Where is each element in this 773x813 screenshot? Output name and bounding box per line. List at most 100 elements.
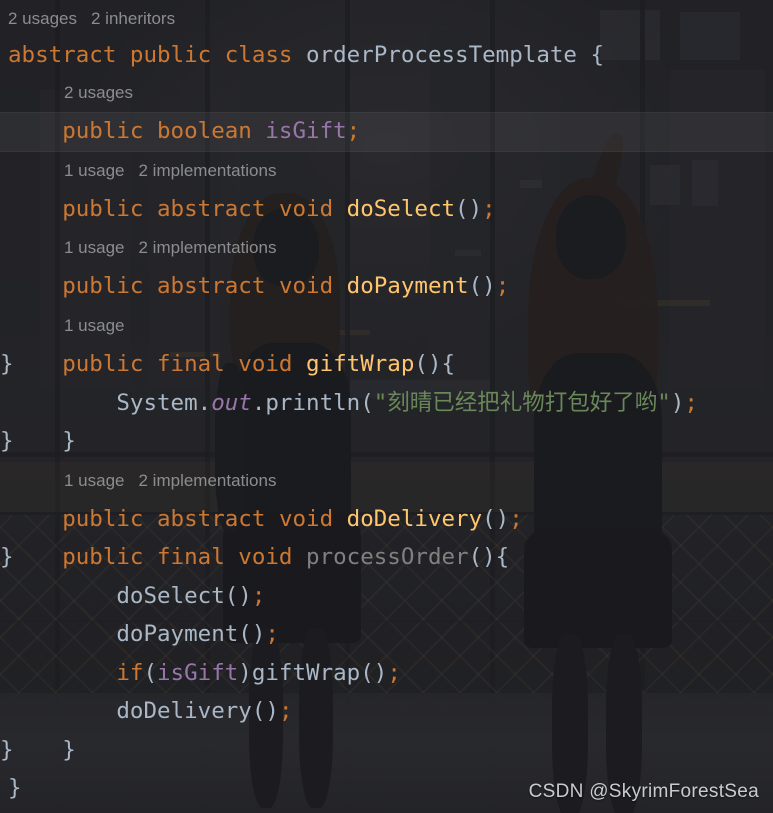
code-token: final [157,544,225,570]
code-line[interactable]: System.out.println("刻晴已经把礼物打包好了哟"); [0,384,773,422]
code-token: } [62,428,76,454]
inlay-hint-row[interactable]: 1 usage 2 implementations [0,462,773,500]
code-token: boolean [157,118,252,144]
code-token: (){ [414,351,456,377]
code-line[interactable]: } [0,422,773,460]
code-token: "刻晴已经把礼物打包好了哟" [373,390,671,416]
inlay-hint-label[interactable]: 1 usage [64,161,125,180]
code-token: isGift [157,660,239,686]
code-token: () [224,583,252,609]
inlay-hint-label[interactable]: 1 usage [64,316,125,335]
code-token: { [590,42,605,68]
code-line[interactable]: if(isGift)giftWrap(); [0,654,773,692]
inlay-hint-label[interactable]: 2 implementations [139,238,277,257]
code-token: () [455,196,483,222]
code-line[interactable]: abstract public class orderProcessTempla… [0,36,773,74]
code-token: void [278,196,334,222]
code-line[interactable]: doDelivery(); [0,692,773,730]
code-token: (){ [468,544,510,570]
code-token: ; [346,118,361,144]
code-line[interactable]: public boolean isGift; [0,112,773,150]
code-token: ; [495,273,510,299]
fold-brace-artifact: } [0,737,14,763]
code-token: . [251,390,266,416]
code-token: ( [360,390,374,416]
code-token: . [197,390,212,416]
code-editor[interactable]: 2 usages 2 inheritors abstract public clas… [0,0,773,813]
code-token: } [8,775,22,801]
inlay-hint-label[interactable]: 1 usage [64,238,125,257]
code-token: () [251,698,279,724]
code-line[interactable]: } [0,731,773,769]
code-token: ) [238,660,252,686]
code-line[interactable]: doSelect(); [0,577,773,615]
code-token: class [224,42,293,68]
code-token: System [116,390,198,416]
code-token: ; [265,621,279,647]
code-token: if [116,660,144,686]
inlay-hint-row[interactable]: 2 usages 2 inheritors [0,0,773,38]
code-token: ( [143,660,158,686]
code-token: giftWrap [306,351,415,377]
code-token: () [482,506,510,532]
inlay-hint-row[interactable]: 1 usage 2 implementations [0,229,773,267]
code-token: abstract [8,42,117,68]
code-line[interactable]: doPayment(); [0,615,773,653]
code-token: doPayment [346,273,469,299]
code-token: doDelivery [346,506,483,532]
code-token: public [62,273,144,299]
inlay-hint-row[interactable]: 1 usage [0,307,773,345]
inlay-hint-label[interactable]: 2 inheritors [91,9,175,28]
code-token: processOrder [306,544,469,570]
inlay-hint-label[interactable]: 2 implementations [139,471,277,490]
code-text-layer[interactable]: 2 usages 2 inheritors abstract public clas… [0,0,773,813]
code-line[interactable]: public final void giftWrap(){ [0,345,773,383]
code-token: final [157,351,225,377]
code-token: giftWrap [251,660,361,686]
code-token: ) [670,390,685,416]
code-line[interactable]: public abstract void doSelect(); [0,190,773,228]
inlay-hint-label[interactable]: 1 usage [64,471,125,490]
code-line[interactable]: public abstract void doDelivery(); [0,500,773,538]
code-token: () [238,621,266,647]
code-token: doSelect [116,583,225,609]
fold-brace-artifact: } [0,428,14,454]
inlay-hint-label[interactable]: 2 implementations [139,161,277,180]
code-token: doDelivery [116,698,252,724]
code-token: orderProcessTemplate [306,42,577,68]
inlay-hint-row[interactable]: 2 usages [0,74,773,112]
code-line[interactable]: public abstract void doPayment(); [0,267,773,305]
code-token: abstract [157,506,266,532]
inlay-hint-row[interactable]: 1 usage 2 implementations [0,152,773,190]
fold-brace-artifact: } [0,351,14,377]
code-token: ; [387,660,401,686]
csdn-watermark: CSDN @SkyrimForestSea [528,781,759,802]
inlay-hint-label[interactable]: 2 usages [64,83,133,102]
inlay-hint-label[interactable]: 2 usages [8,9,77,28]
code-token: public [62,544,144,570]
code-token: ; [509,506,523,532]
code-token: } [62,737,76,763]
code-line[interactable]: public final void processOrder(){ [0,538,773,576]
code-token: public [62,196,144,222]
code-token: abstract [157,273,266,299]
